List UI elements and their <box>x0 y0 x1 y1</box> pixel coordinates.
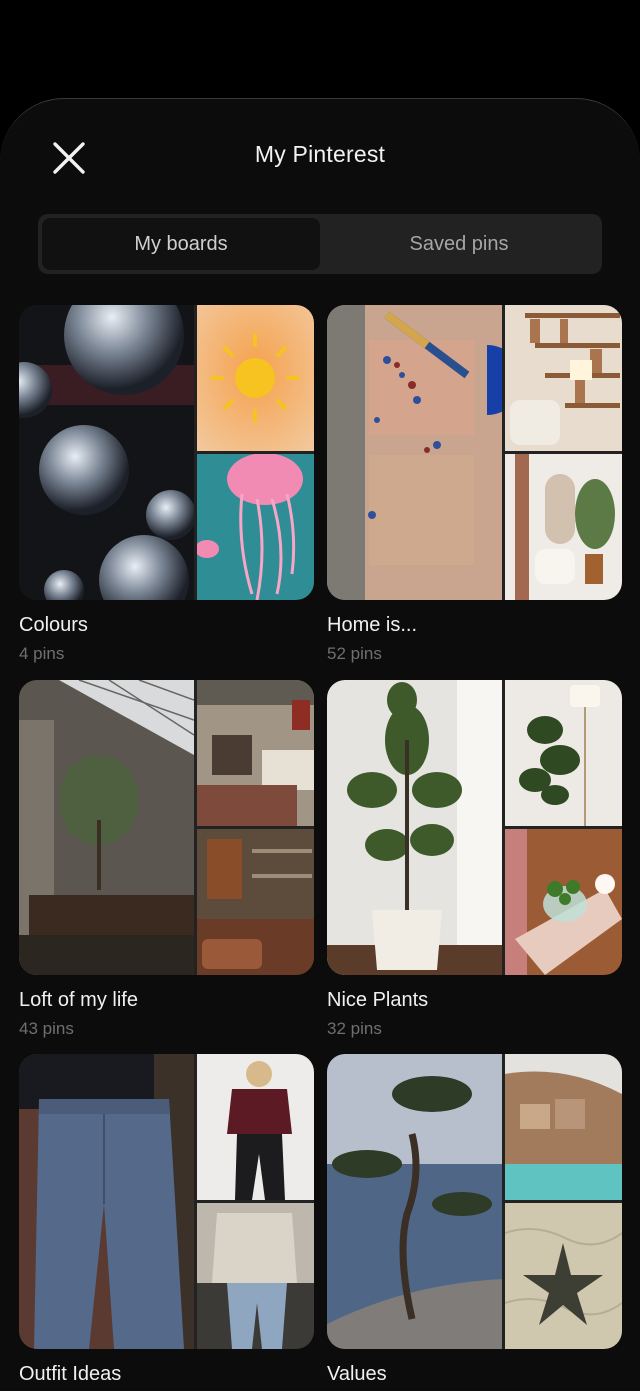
board-name: Outfit Ideas <box>19 1363 122 1385</box>
plant-book-image <box>505 829 622 975</box>
boards-sheet: My Pinterest My boards Saved pins Colour… <box>0 98 640 1391</box>
burgundy-sweater-image <box>197 1054 314 1200</box>
cove-houses-image <box>505 1054 622 1200</box>
board-name: Values <box>327 1363 387 1385</box>
seaside-tree-image <box>327 1054 502 1349</box>
board-card-loft[interactable]: Loft of my life 43 pins <box>19 680 314 1039</box>
board-pin-count: 43 pins <box>19 1019 74 1038</box>
mosaic-floor-image <box>327 305 502 600</box>
board-name: Colours <box>19 614 88 636</box>
board-card-home[interactable]: Home is... 52 pins <box>327 305 622 664</box>
board-cover <box>19 1054 314 1349</box>
board-pin-count: 4 pins <box>19 644 65 663</box>
loft-dining-image <box>19 680 194 975</box>
board-pin-count: 32 pins <box>327 1019 382 1038</box>
board-card-colours[interactable]: Colours 4 pins <box>19 305 314 664</box>
board-cover <box>327 1054 622 1349</box>
board-cover <box>327 680 622 975</box>
board-cover <box>19 680 314 975</box>
board-card-outfits[interactable]: Outfit Ideas <box>19 1054 314 1386</box>
fiddle-leaf-image <box>505 680 622 826</box>
loft-bedroom-image <box>197 680 314 826</box>
jellyfish-image <box>197 454 314 600</box>
board-card-values[interactable]: Values <box>327 1054 622 1386</box>
board-cover <box>19 305 314 600</box>
living-room-plant-image <box>505 454 622 600</box>
board-cover <box>327 305 622 600</box>
tab-saved-pins[interactable]: Saved pins <box>320 218 598 270</box>
disco-ball-image <box>19 305 194 600</box>
bookshelf-room-image <box>505 305 622 451</box>
board-name: Loft of my life <box>19 989 138 1011</box>
page-title: My Pinterest <box>254 141 386 167</box>
board-pin-count: 52 pins <box>327 644 382 663</box>
loft-kitchen-image <box>197 829 314 975</box>
board-name: Home is... <box>327 614 418 636</box>
board-card-plants[interactable]: Nice Plants 32 pins <box>327 680 622 1039</box>
sequin-top-image <box>197 1203 314 1349</box>
sun-art-image <box>197 305 314 451</box>
tab-bar: My boards Saved pins <box>38 214 602 274</box>
rubber-plant-image <box>327 680 502 975</box>
starfish-image <box>505 1203 622 1349</box>
tab-my-boards[interactable]: My boards <box>42 218 320 270</box>
jeans-outfit-image <box>19 1054 194 1349</box>
board-name: Nice Plants <box>327 989 429 1011</box>
